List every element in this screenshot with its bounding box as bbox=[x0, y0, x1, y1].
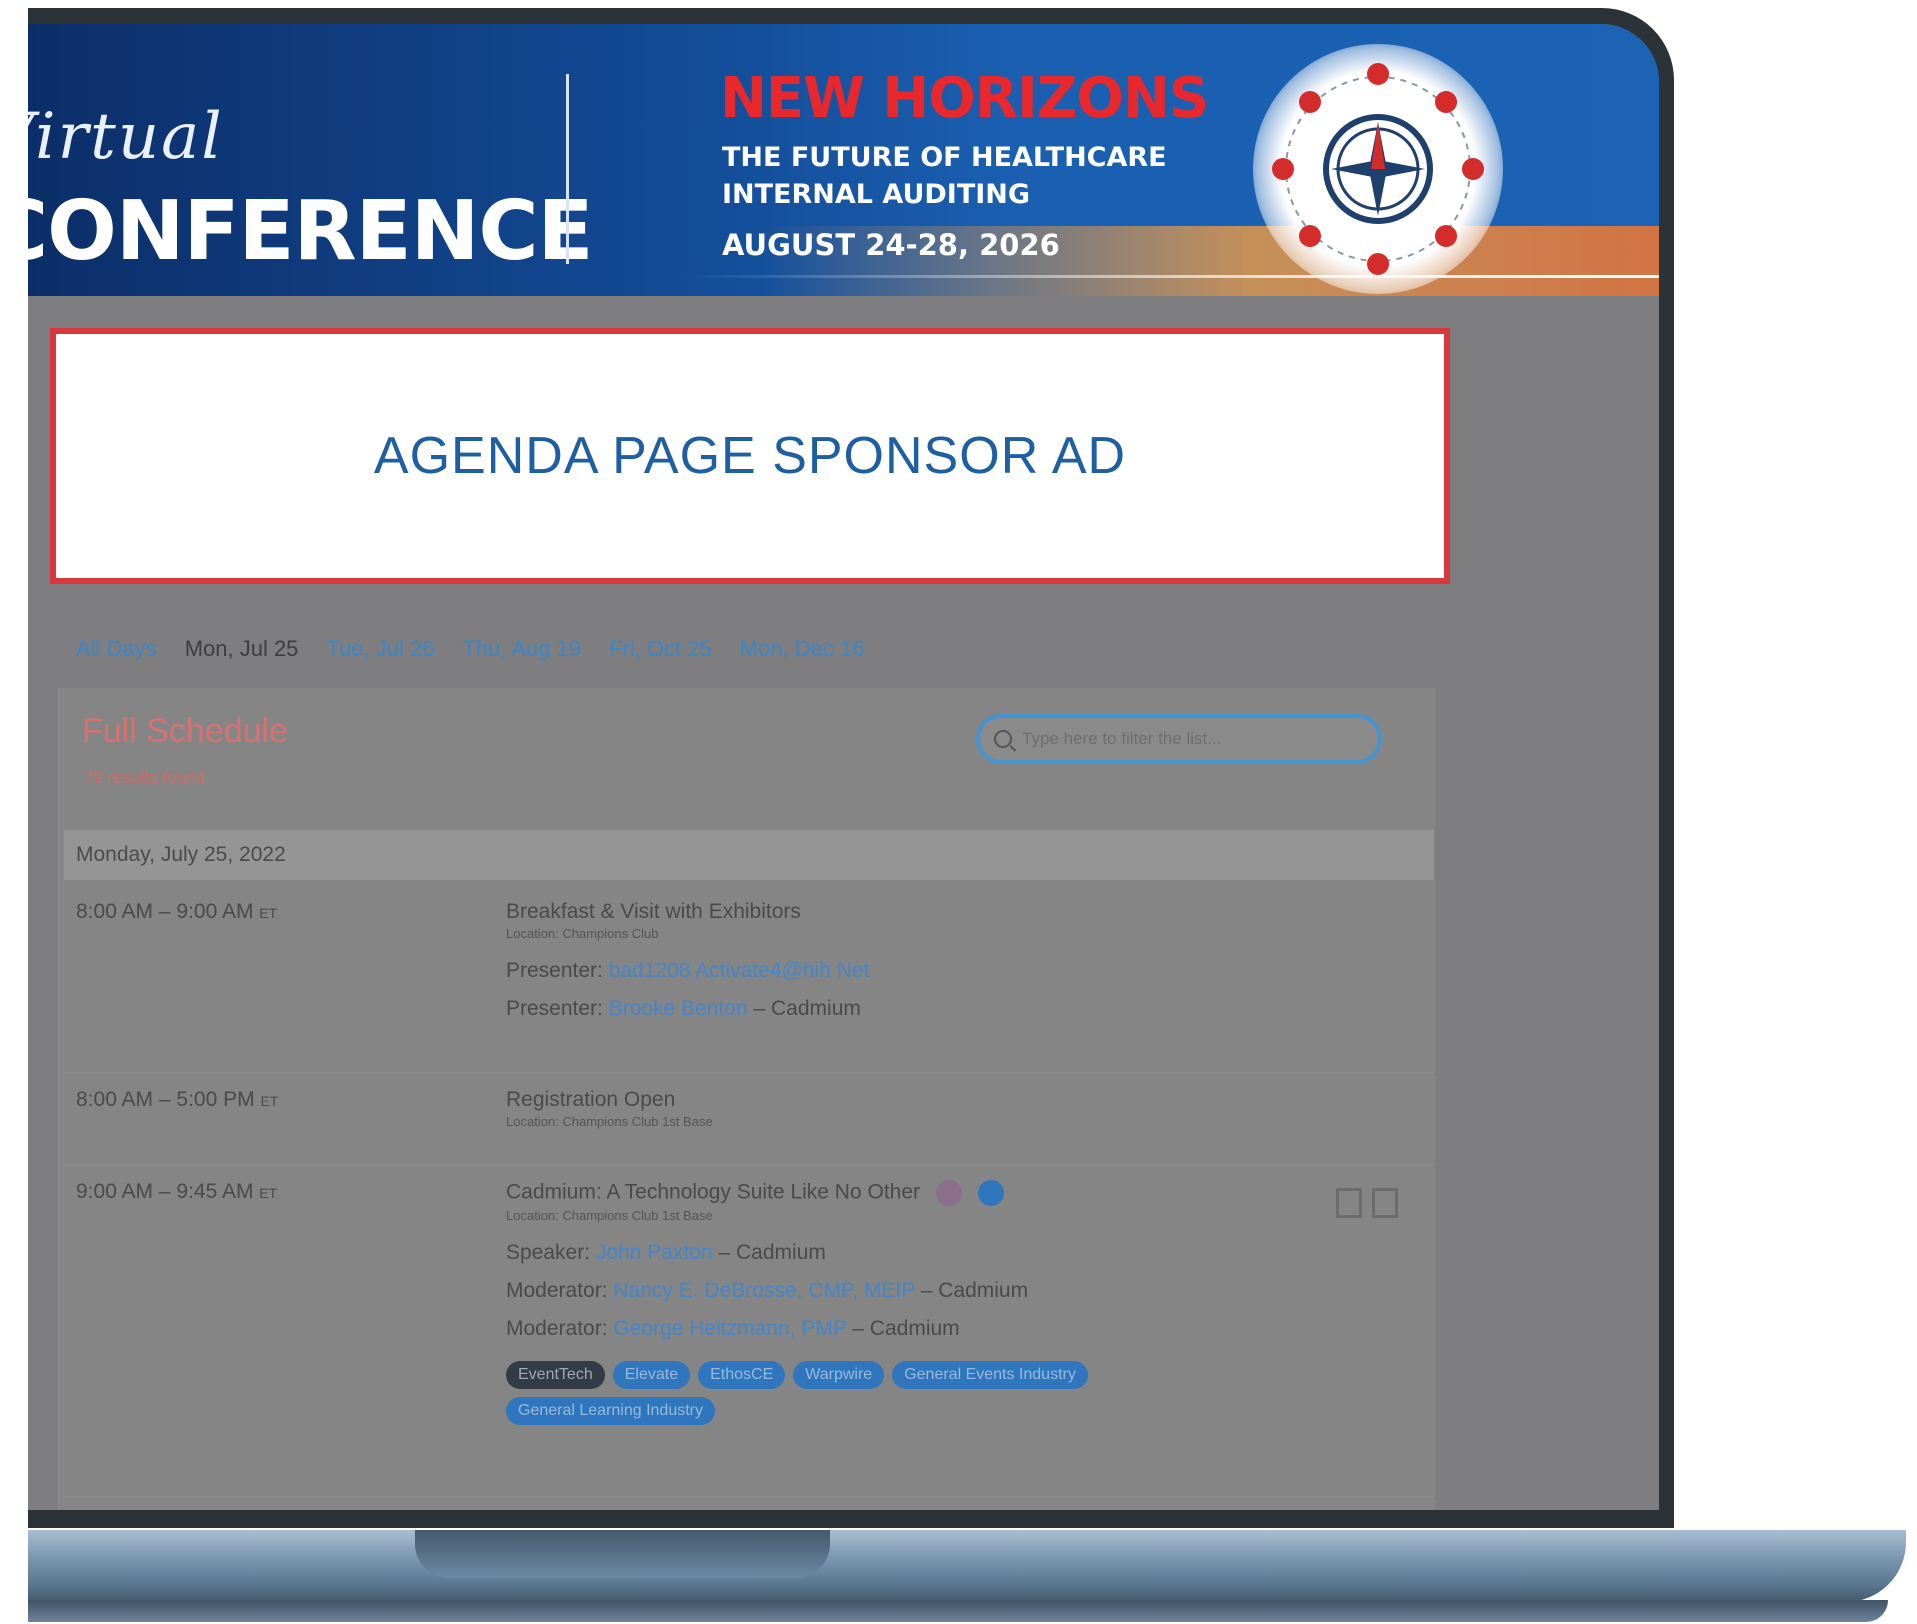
tag-chip[interactable]: Warpwire bbox=[793, 1361, 885, 1389]
session-actions bbox=[1336, 1188, 1398, 1218]
banner-divider bbox=[566, 74, 569, 264]
schedule-title: Full Schedule bbox=[82, 712, 289, 750]
compass-logo bbox=[1253, 44, 1503, 294]
tab-all-days[interactable]: All Days bbox=[76, 636, 157, 662]
compass-icon bbox=[1272, 63, 1484, 275]
presenter-link[interactable]: bad1208 Activate4@hih Net bbox=[609, 959, 870, 982]
session-title[interactable]: Cadmium: A Technology Suite Like No Othe… bbox=[506, 1180, 1226, 1206]
org-label: – Cadmium bbox=[712, 1241, 826, 1264]
row-info: Cadmium: A Technology Suite Like No Othe… bbox=[506, 1180, 1226, 1425]
speaker-link[interactable]: John Paxton bbox=[596, 1241, 713, 1264]
org-label: – Cadmium bbox=[914, 1279, 1029, 1302]
row-time: 8:00 AM – 5:00 PM ET bbox=[76, 1088, 278, 1112]
time-range: 8:00 AM – 5:00 PM bbox=[76, 1088, 255, 1111]
laptop-base bbox=[28, 1530, 1906, 1602]
tab-mon-jul-25[interactable]: Mon, Jul 25 bbox=[185, 636, 299, 662]
conference-label: CONFERENCE bbox=[28, 184, 594, 279]
tag-chip[interactable]: EventTech bbox=[506, 1361, 605, 1389]
moderator-link[interactable]: Nancy E. DeBrosse, CMP, MEIP bbox=[613, 1279, 915, 1302]
live-icon bbox=[935, 1180, 962, 1206]
org-label: – Cadmium bbox=[747, 997, 861, 1020]
save-icon[interactable] bbox=[1336, 1188, 1362, 1218]
tab-tue-jul-26[interactable]: Tue, Jul 26 bbox=[326, 636, 434, 662]
location-pin-icon bbox=[977, 1180, 1004, 1206]
time-range: 9:00 AM – 9:45 AM bbox=[76, 1180, 254, 1203]
row-time: 8:00 AM – 9:00 AM ET bbox=[76, 900, 277, 924]
row-info: Registration Open Location: Champions Cl… bbox=[506, 1088, 713, 1129]
laptop-notch bbox=[415, 1530, 830, 1578]
tag-chip[interactable]: General Learning Industry bbox=[506, 1397, 715, 1425]
laptop-screen: Virtual CONFERENCE NEW HORIZONS THE FUTU… bbox=[28, 24, 1659, 1510]
banner-subtitle-2: INTERNAL AUDITING bbox=[722, 179, 1031, 210]
document-icon[interactable] bbox=[1372, 1188, 1398, 1218]
time-range: 8:00 AM – 9:00 AM bbox=[76, 900, 254, 923]
moderator-line: Moderator: George Heitzmann, PMP – Cadmi… bbox=[506, 1317, 1226, 1341]
schedule-row[interactable]: 8:00 AM – 9:00 AM ET Breakfast & Visit w… bbox=[64, 886, 1434, 1073]
role-label: Presenter: bbox=[506, 997, 603, 1020]
session-tags: EventTech Elevate EthosCE Warpwire Gener… bbox=[506, 1361, 1226, 1425]
tag-chip[interactable]: General Events Industry bbox=[892, 1361, 1088, 1389]
time-zone: ET bbox=[259, 1185, 278, 1201]
moderator-line: Moderator: Nancy E. DeBrosse, CMP, MEIP … bbox=[506, 1279, 1226, 1303]
day-tabs: All Days Mon, Jul 25 Tue, Jul 26 Thu, Au… bbox=[76, 636, 865, 662]
tag-chip[interactable]: EthosCE bbox=[698, 1361, 786, 1389]
tab-fri-oct-25[interactable]: Fri, Oct 25 bbox=[609, 636, 712, 662]
row-time: 9:00 AM – 9:45 AM ET bbox=[76, 1180, 277, 1204]
results-count: 79 results found bbox=[84, 768, 205, 787]
session-location: Location: Champions Club bbox=[506, 926, 659, 941]
virtual-label: Virtual bbox=[28, 100, 224, 174]
banner-subtitle-1: THE FUTURE OF HEALTHCARE bbox=[722, 142, 1167, 173]
session-title[interactable]: Registration Open bbox=[506, 1088, 713, 1112]
time-zone: ET bbox=[259, 905, 278, 921]
org-label: – Cadmium bbox=[846, 1317, 960, 1340]
banner-dates: AUGUST 24-28, 2026 bbox=[722, 228, 1060, 262]
banner-headline: NEW HORIZONS bbox=[720, 66, 1209, 131]
role-label: Moderator: bbox=[506, 1317, 608, 1340]
presenter-link[interactable]: Brooke Benton bbox=[609, 997, 748, 1020]
moderator-link[interactable]: George Heitzmann, PMP bbox=[613, 1317, 846, 1340]
time-zone: ET bbox=[260, 1093, 279, 1109]
presenter-line: Presenter: Brooke Benton – Cadmium bbox=[506, 997, 869, 1021]
tab-mon-dec-16[interactable]: Mon, Dec 16 bbox=[740, 636, 865, 662]
session-title[interactable]: Breakfast & Visit with Exhibitors bbox=[506, 900, 869, 924]
laptop-base-bottom bbox=[28, 1600, 1888, 1622]
sponsor-ad-label: AGENDA PAGE SPONSOR AD bbox=[373, 427, 1127, 485]
speaker-line: Speaker: John Paxton – Cadmium bbox=[506, 1241, 1226, 1265]
session-location: Location: Champions Club 1st Base bbox=[506, 1208, 713, 1223]
session-title-text: Cadmium: A Technology Suite Like No Othe… bbox=[506, 1180, 921, 1204]
presenter-line: Presenter: bad1208 Activate4@hih Net bbox=[506, 959, 869, 983]
role-label: Presenter: bbox=[506, 959, 603, 982]
date-header: Monday, July 25, 2022 bbox=[64, 830, 1434, 880]
sponsor-ad[interactable]: AGENDA PAGE SPONSOR AD bbox=[50, 328, 1450, 584]
session-location: Location: Champions Club 1st Base bbox=[506, 1114, 713, 1129]
filter-input[interactable]: Type here to filter the list... bbox=[976, 714, 1382, 764]
schedule-row[interactable]: 8:00 AM – 5:00 PM ET Registration Open L… bbox=[64, 1074, 1434, 1165]
role-label: Moderator: bbox=[506, 1279, 608, 1302]
schedule-row[interactable]: 9:00 AM – 9:45 AM ET Cadmium: A Technolo… bbox=[64, 1166, 1434, 1497]
conference-banner: Virtual CONFERENCE NEW HORIZONS THE FUTU… bbox=[28, 24, 1659, 296]
search-icon bbox=[994, 730, 1012, 748]
tag-chip[interactable]: Elevate bbox=[612, 1361, 691, 1389]
tab-thu-aug-19[interactable]: Thu, Aug 19 bbox=[462, 636, 581, 662]
filter-placeholder: Type here to filter the list... bbox=[1022, 729, 1222, 748]
role-label: Speaker: bbox=[506, 1241, 591, 1264]
row-info: Breakfast & Visit with Exhibitors Locati… bbox=[506, 900, 869, 1021]
